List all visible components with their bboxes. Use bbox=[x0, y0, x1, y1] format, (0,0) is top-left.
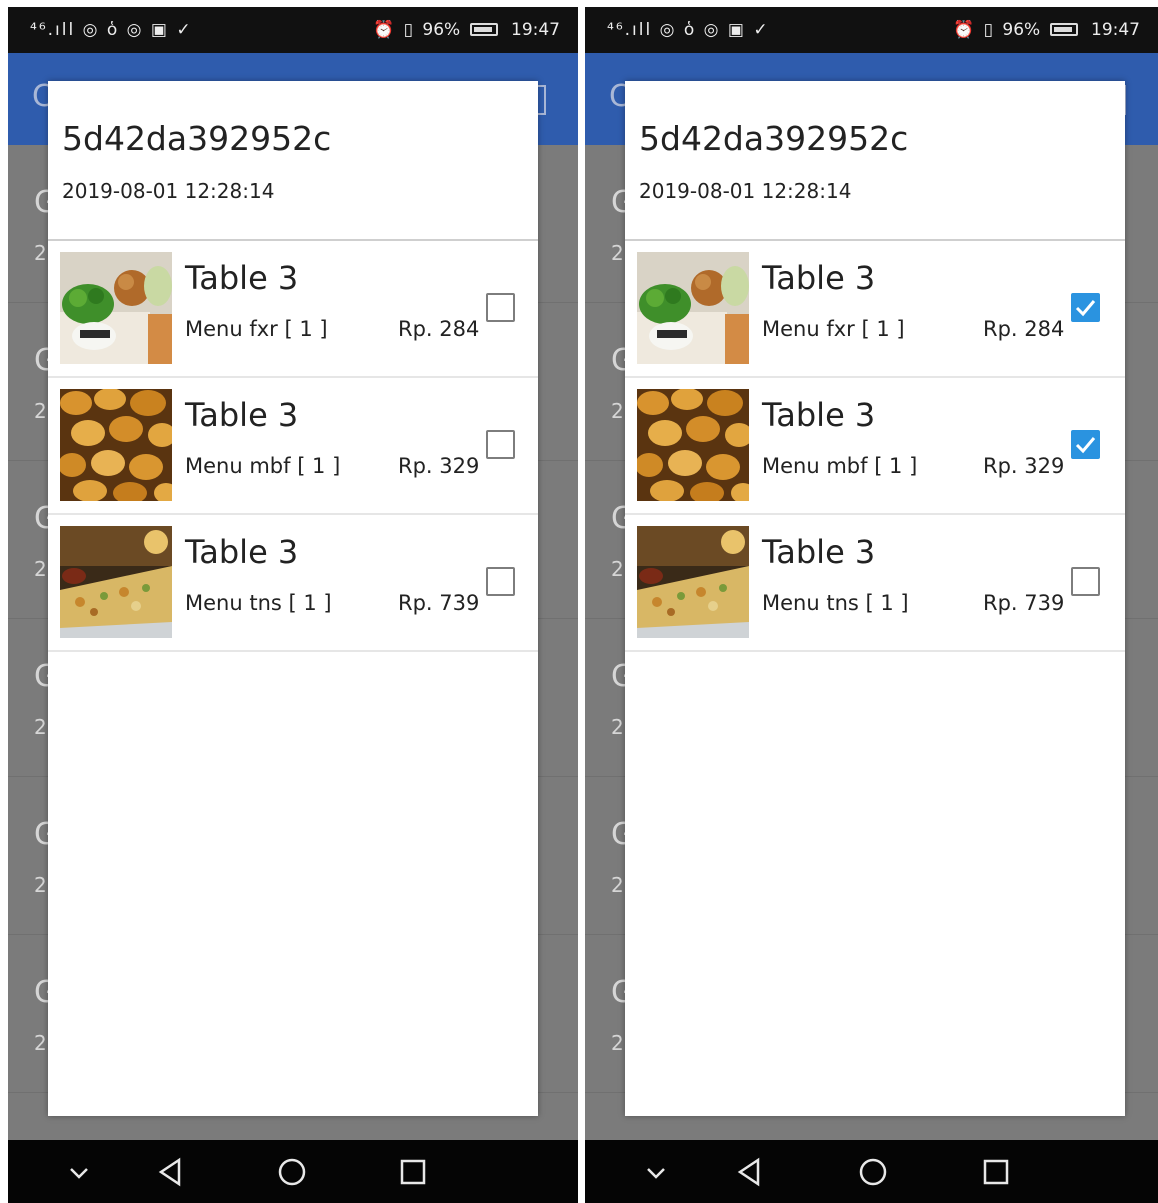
back-icon[interactable] bbox=[141, 1140, 201, 1203]
order-item[interactable]: Table 3 Menu mbf [ 1 ] Rp. 329 bbox=[48, 378, 538, 515]
item-menu: Menu mbf [ 1 ] bbox=[185, 454, 341, 478]
checkmark-icon bbox=[1075, 300, 1096, 317]
status-icons: ⁴⁶.ıll ◎ ὁ ◎ ▣ ✓ bbox=[607, 20, 770, 40]
dialog-header: 5d42da392952c 2019-08-01 12:28:14 bbox=[625, 81, 1125, 241]
back-icon[interactable] bbox=[720, 1140, 780, 1203]
item-price: Rp. 284 bbox=[398, 317, 480, 341]
list-item-subtitle: 2 bbox=[34, 873, 47, 897]
list-item-subtitle: 2 bbox=[34, 1031, 47, 1055]
bento-box-image bbox=[60, 252, 172, 364]
phone-screen-before: ⁴⁶.ıll ◎ ὁ ◎ ▣ ✓ ⏰ ▯ 96% 19:47 C G 2 G 2… bbox=[8, 7, 578, 1203]
item-price: Rp. 329 bbox=[983, 454, 1065, 478]
order-date: 2019-08-01 12:28:14 bbox=[62, 179, 275, 203]
chevron-down-icon[interactable] bbox=[626, 1140, 686, 1203]
item-checkbox[interactable] bbox=[1071, 567, 1100, 596]
home-icon[interactable] bbox=[843, 1140, 903, 1203]
alarm-icon: ⏰ bbox=[953, 20, 975, 40]
list-item-subtitle: 2 bbox=[34, 241, 47, 265]
order-id: 5d42da392952c bbox=[62, 119, 332, 158]
item-menu: Menu mbf [ 1 ] bbox=[762, 454, 918, 478]
list-item-subtitle: 2 bbox=[34, 715, 47, 739]
list-item-subtitle: 2 bbox=[34, 399, 47, 423]
pizza-bread-image bbox=[637, 526, 749, 638]
item-price: Rp. 739 bbox=[983, 591, 1065, 615]
battery-percent: 96% bbox=[422, 20, 461, 40]
item-menu: Menu fxr [ 1 ] bbox=[762, 317, 905, 341]
clock: 19:47 bbox=[511, 20, 560, 40]
order-item[interactable]: Table 3 Menu mbf [ 1 ] Rp. 329 bbox=[625, 378, 1125, 515]
order-id: 5d42da392952c bbox=[639, 119, 909, 158]
status-bar: ⁴⁶.ıll ◎ ὁ ◎ ▣ ✓ ⏰ ▯ 96% 19:47 bbox=[585, 7, 1158, 53]
item-price: Rp. 739 bbox=[398, 591, 480, 615]
battery-icon bbox=[469, 23, 498, 36]
status-icons: ⁴⁶.ıll ◎ ὁ ◎ ▣ ✓ bbox=[30, 20, 193, 40]
list-item-subtitle: 2 bbox=[611, 1031, 624, 1055]
item-price: Rp. 284 bbox=[983, 317, 1065, 341]
order-item[interactable]: Table 3 Menu fxr [ 1 ] Rp. 284 bbox=[625, 241, 1125, 378]
item-table: Table 3 bbox=[185, 396, 299, 434]
system-nav-bar bbox=[8, 1140, 578, 1203]
item-menu: Menu tns [ 1 ] bbox=[762, 591, 909, 615]
bento-box-image bbox=[637, 252, 749, 364]
chevron-down-icon[interactable] bbox=[49, 1140, 109, 1203]
order-item[interactable]: Table 3 Menu tns [ 1 ] Rp. 739 bbox=[48, 515, 538, 652]
item-table: Table 3 bbox=[762, 396, 876, 434]
home-icon[interactable] bbox=[262, 1140, 322, 1203]
order-item[interactable]: Table 3 Menu fxr [ 1 ] Rp. 284 bbox=[48, 241, 538, 378]
list-item-subtitle: 2 bbox=[611, 873, 624, 897]
battery-percent: 96% bbox=[1002, 20, 1041, 40]
order-dialog: 5d42da392952c 2019-08-01 12:28:14 Table … bbox=[625, 81, 1125, 1116]
status-right: ⏰ ▯ 96% 19:47 bbox=[369, 20, 560, 40]
battery-icon bbox=[1049, 23, 1078, 36]
item-table: Table 3 bbox=[762, 533, 876, 571]
item-checkbox[interactable] bbox=[486, 293, 515, 322]
item-checkbox[interactable] bbox=[486, 430, 515, 459]
vibrate-icon: ▯ bbox=[403, 20, 413, 40]
list-item-subtitle: 2 bbox=[611, 557, 624, 581]
item-table: Table 3 bbox=[185, 533, 299, 571]
clock: 19:47 bbox=[1091, 20, 1140, 40]
item-menu: Menu fxr [ 1 ] bbox=[185, 317, 328, 341]
bread-rolls-image bbox=[637, 389, 749, 501]
item-checkbox[interactable] bbox=[486, 567, 515, 596]
pizza-bread-image bbox=[60, 526, 172, 638]
phone-screen-after: ⁴⁶.ıll ◎ ὁ ◎ ▣ ✓ ⏰ ▯ 96% 19:47 C G 2 G 2… bbox=[585, 7, 1158, 1203]
status-bar: ⁴⁶.ıll ◎ ὁ ◎ ▣ ✓ ⏰ ▯ 96% 19:47 bbox=[8, 7, 578, 53]
item-menu: Menu tns [ 1 ] bbox=[185, 591, 332, 615]
alarm-icon: ⏰ bbox=[373, 20, 395, 40]
recents-icon[interactable] bbox=[383, 1140, 443, 1203]
list-item-subtitle: 2 bbox=[34, 557, 47, 581]
order-dialog: 5d42da392952c 2019-08-01 12:28:14 Table … bbox=[48, 81, 538, 1116]
list-item-subtitle: 2 bbox=[611, 399, 624, 423]
system-nav-bar bbox=[585, 1140, 1158, 1203]
dialog-header: 5d42da392952c 2019-08-01 12:28:14 bbox=[48, 81, 538, 241]
order-item[interactable]: Table 3 Menu tns [ 1 ] Rp. 739 bbox=[625, 515, 1125, 652]
status-right: ⏰ ▯ 96% 19:47 bbox=[949, 20, 1140, 40]
recents-icon[interactable] bbox=[966, 1140, 1026, 1203]
item-checkbox[interactable] bbox=[1071, 430, 1100, 459]
vibrate-icon: ▯ bbox=[983, 20, 993, 40]
order-date: 2019-08-01 12:28:14 bbox=[639, 179, 852, 203]
list-item-subtitle: 2 bbox=[611, 715, 624, 739]
item-checkbox[interactable] bbox=[1071, 293, 1100, 322]
list-item-subtitle: 2 bbox=[611, 241, 624, 265]
item-table: Table 3 bbox=[185, 259, 299, 297]
item-table: Table 3 bbox=[762, 259, 876, 297]
checkmark-icon bbox=[1075, 437, 1096, 454]
item-price: Rp. 329 bbox=[398, 454, 480, 478]
bread-rolls-image bbox=[60, 389, 172, 501]
